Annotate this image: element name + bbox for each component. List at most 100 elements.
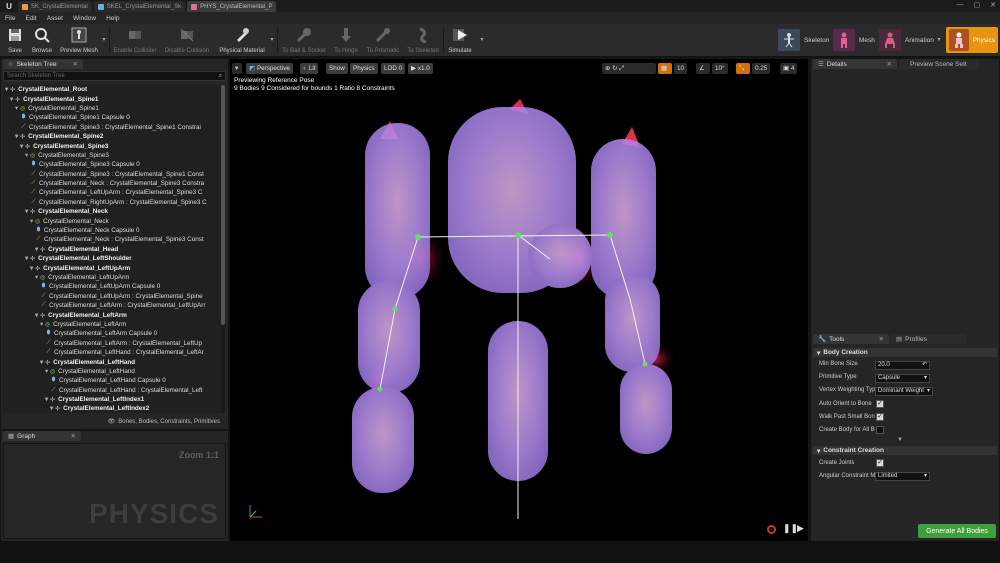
mode-skeleton[interactable]: Skeleton — [775, 27, 832, 53]
tree-row-body[interactable]: ▾ ◎ CrystalElemental_LeftHand — [3, 367, 221, 376]
expand-arrow-icon[interactable]: ▾ — [25, 152, 28, 159]
expand-arrow-icon[interactable]: ▾ — [50, 405, 53, 412]
viewport[interactable]: ▾ ◩ Perspective ◐ Lit Show Physics LOD 0 ▶… — [230, 59, 808, 541]
close-icon[interactable]: ✕ — [73, 60, 78, 68]
expand-arrow-icon[interactable]: ▾ — [40, 321, 43, 328]
simulate-button[interactable]: Simulate — [446, 25, 474, 56]
tree-row-shape[interactable]: ⬮ CrystalElemental_Spine3 Capsule 0 — [3, 160, 221, 169]
right-forearm-capsule[interactable] — [605, 274, 660, 372]
minimize-icon[interactable]: — — [957, 1, 964, 9]
expand-arrow-icon[interactable]: ▾ — [25, 208, 28, 215]
doc-tab-skeleton[interactable]: SKEL_CrystalElemental_Sk — [93, 1, 186, 12]
preview-scene-tab[interactable]: Preview Scene Sett — [899, 59, 979, 69]
expand-arrow-icon[interactable]: ▾ — [20, 143, 23, 150]
tree-row-con[interactable]: ⟋ CrystalElemental_LeftHand : CrystalElem… — [3, 348, 221, 357]
browse-button[interactable]: Browse — [29, 25, 55, 56]
menu-help[interactable]: Help — [106, 15, 119, 22]
walk-past-checkbox[interactable]: ✓ — [876, 413, 884, 421]
expand-arrow-icon[interactable]: ▾ — [35, 246, 38, 253]
expand-arrow-icon[interactable]: ▾ — [30, 218, 33, 225]
scrollbar-thumb[interactable] — [221, 85, 225, 325]
tree-row-shape[interactable]: ⬮ CrystalElemental_Neck Capsule 0 — [3, 226, 221, 235]
tree-row-bone[interactable]: ▾ ⊹ CrystalElemental_Spine3 — [3, 141, 221, 150]
maximize-icon[interactable]: ▢ — [974, 1, 981, 9]
tree-row-shape[interactable]: ⬮ CrystalElemental_LeftArm Capsule 0 — [3, 329, 221, 338]
expand-arrow-icon[interactable]: ▾ — [25, 255, 28, 262]
reset-arrow-icon[interactable]: ↶ — [922, 362, 927, 369]
tree-row-shape[interactable]: ⬮ CrystalElemental_Spine1 Capsule 0 — [3, 113, 221, 122]
menu-window[interactable]: Window — [73, 15, 96, 22]
auto-orient-checkbox[interactable]: ✓ — [876, 400, 884, 408]
profiles-tab[interactable]: ▤ Profiles — [891, 334, 967, 344]
tree-row-body[interactable]: ▾ ◎ CrystalElemental_LeftArm — [3, 320, 221, 329]
constraint-creation-section[interactable]: ▾ Constraint Creation — [813, 446, 997, 455]
body-creation-section[interactable]: ▾ Body Creation — [813, 348, 997, 357]
enable-collision-button[interactable]: Enable Collision — [111, 25, 159, 56]
expand-arrow-icon[interactable]: ▾ — [40, 359, 43, 366]
physical-material-button[interactable]: Physical Material — [215, 25, 269, 56]
tree-row-bone[interactable]: ▾ ⊹ CrystalElemental_Spine1 — [3, 94, 221, 103]
right-hand-capsule[interactable] — [620, 364, 672, 454]
tree-row-con[interactable]: ⟋ CrystalElemental_Neck : CrystalElementa… — [3, 235, 221, 244]
create-joints-checkbox[interactable]: ✓ — [876, 459, 884, 467]
simulate-dropdown[interactable]: ▾ — [479, 25, 485, 56]
doc-tab-mesh[interactable]: SK_CrystalElemental — [18, 1, 92, 12]
animation-dropdown[interactable]: ▾ — [936, 25, 942, 56]
to-prismatic-button[interactable]: To Prismatic — [363, 25, 403, 56]
tree-row-bone[interactable]: ▾ ⊹ CrystalElemental_Root — [3, 85, 221, 94]
tree-row-con[interactable]: ⟋ CrystalElemental_LeftUpArm : CrystalEle… — [3, 188, 221, 197]
tree-row-con[interactable]: ⟋ CrystalElemental_LeftUpArm : CrystalEle… — [3, 292, 221, 301]
menu-file[interactable]: File — [5, 15, 15, 22]
disable-collision-button[interactable]: Disable Collision — [162, 25, 212, 56]
primitive-type-select[interactable]: Capsule ▾ — [875, 374, 930, 383]
tree-row-con[interactable]: ⟋ CrystalElemental_LeftArm : CrystalEleme… — [3, 339, 221, 348]
expand-arrow-icon[interactable]: ▾ — [45, 368, 48, 375]
tree-row-bone[interactable]: ▾ ⊹ CrystalElemental_Spine2 — [3, 132, 221, 141]
mode-physics[interactable]: Physics — [946, 27, 998, 53]
tree-row-con[interactable]: ⟋ CrystalElemental_Spine3 : CrystalElemen… — [3, 170, 221, 179]
tree-row-bone[interactable]: ▾ ⊹ CrystalElemental_LeftIndex2 — [3, 404, 221, 413]
preview-mesh-dropdown[interactable]: ▾ — [101, 25, 107, 56]
expand-arrow-icon[interactable]: ▾ — [5, 86, 8, 93]
to-ball-socket-button[interactable]: To Ball & Socket — [279, 25, 329, 56]
expand-arrow-icon[interactable]: ▾ — [35, 312, 38, 319]
expand-arrow-icon[interactable]: ▼ — [897, 437, 903, 443]
unreal-logo-icon[interactable]: U — [0, 0, 18, 12]
mode-animation[interactable]: Animation — [876, 27, 937, 53]
tree-row-bone[interactable]: ▾ ⊹ CrystalElemental_Head — [3, 245, 221, 254]
to-skeleton-button[interactable]: To Skeleton — [405, 25, 441, 56]
tree-row-con[interactable]: ⟋ CrystalElemental_LeftHand : CrystalElem… — [3, 386, 221, 395]
tree-row-bone[interactable]: ▾ ⊹ CrystalElemental_LeftUpArm — [3, 263, 221, 272]
left-forearm-capsule[interactable] — [358, 281, 420, 393]
tree-scrollbar[interactable] — [221, 85, 225, 413]
tree-row-con[interactable]: ⟋ CrystalElemental_RightUpArm : CrystalEl… — [3, 198, 221, 207]
menu-asset[interactable]: Asset — [47, 15, 63, 22]
tree-row-con[interactable]: ⟋ CrystalElemental_Spine3 : CrystalElemen… — [3, 123, 221, 132]
close-icon[interactable]: ✕ — [71, 432, 76, 440]
min-bone-size-input[interactable]: 20.0 ↶ — [875, 361, 930, 370]
tree-row-body[interactable]: ▾ ◎ CrystalElemental_Neck — [3, 216, 221, 225]
physical-material-dropdown[interactable]: ▾ — [269, 25, 275, 56]
close-icon[interactable]: ✕ — [879, 335, 884, 343]
generate-all-bodies-button[interactable]: Generate All Bodies — [918, 524, 996, 538]
to-hinge-button[interactable]: To Hinge — [331, 25, 361, 56]
tree-filter-bar[interactable]: 👁 Bones, Bodies, Constraints, Primitives — [1, 416, 228, 427]
graph-tab[interactable]: ▦ Graph ✕ — [3, 431, 81, 441]
tree-row-con[interactable]: ⟋ CrystalElemental_LeftArm : CrystalEleme… — [3, 301, 221, 310]
menu-edit[interactable]: Edit — [25, 15, 36, 22]
skeleton-tree-tab[interactable]: ⊹ Skeleton Tree ✕ — [3, 59, 83, 69]
tree-row-bone[interactable]: ▾ ⊹ CrystalElemental_LeftIndex1 — [3, 395, 221, 404]
graph-canvas[interactable]: Zoom 1:1 PHYSICS — [3, 443, 226, 539]
doc-tab-physics[interactable]: PHYS_CrystalElemental_P — [187, 1, 277, 12]
close-icon[interactable]: ✕ — [990, 1, 996, 9]
expand-arrow-icon[interactable]: ▾ — [45, 396, 48, 403]
vertex-weighting-select[interactable]: Dominant Weight ▾ — [875, 387, 933, 396]
neck-capsule[interactable] — [528, 224, 592, 288]
create-body-checkbox[interactable] — [876, 426, 884, 434]
expand-arrow-icon[interactable]: ▾ — [35, 274, 38, 281]
tree-row-body[interactable]: ▾ ◎ CrystalElemental_LeftUpArm — [3, 273, 221, 282]
tree-row-con[interactable]: ⟋ CrystalElemental_Neck : CrystalElementa… — [3, 179, 221, 188]
expand-arrow-icon[interactable]: ▾ — [15, 133, 18, 140]
expand-arrow-icon[interactable]: ▾ — [30, 265, 33, 272]
tree-row-body[interactable]: ▾ ◎ CrystalElemental_Spine3 — [3, 151, 221, 160]
